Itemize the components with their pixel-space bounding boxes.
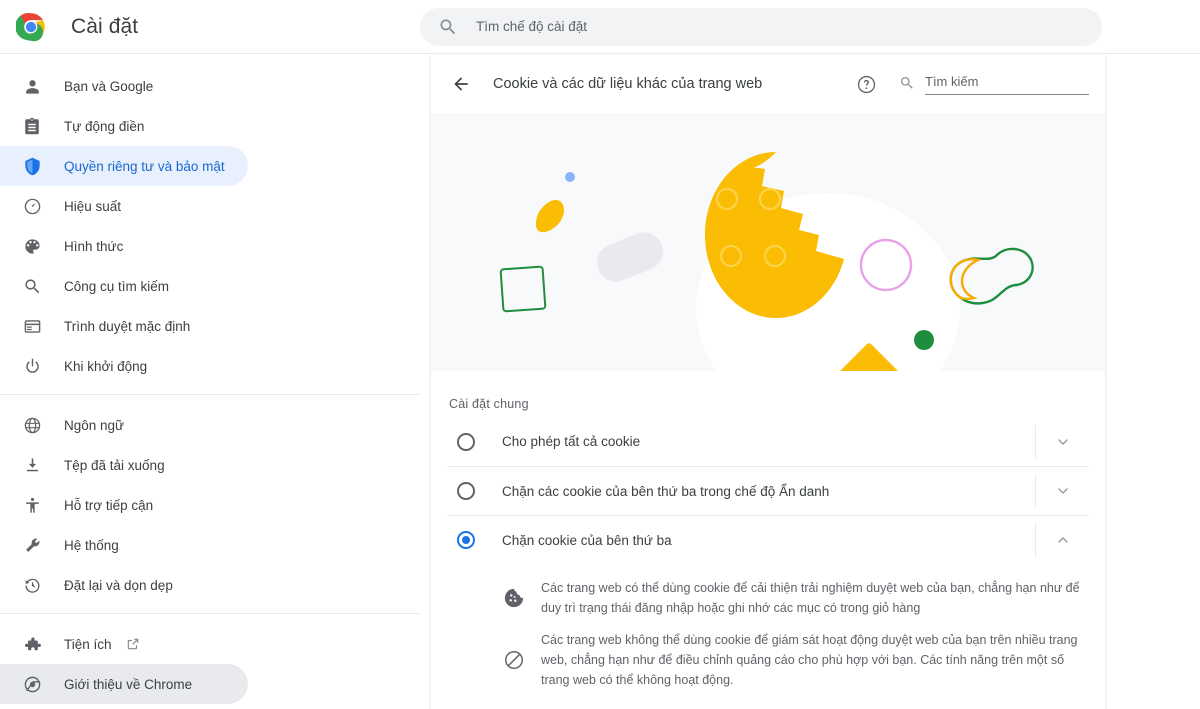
sidebar-item-label: Tự động điền xyxy=(64,118,145,134)
help-circle-icon xyxy=(857,75,875,93)
chevron-down-icon xyxy=(1057,438,1068,445)
person-icon xyxy=(22,76,42,96)
radio-allow-all-cookies[interactable] xyxy=(457,432,475,451)
cookie-icon xyxy=(504,588,524,608)
sidebar-item-label: Hỗ trợ tiếp cận xyxy=(64,497,154,513)
sidebar-item-default-browser[interactable]: Trình duyệt mặc định xyxy=(0,306,248,346)
speedometer-icon xyxy=(22,196,42,216)
chevron-up-icon xyxy=(1057,536,1068,543)
sidebar-item-privacy-and-security[interactable]: Quyền riêng tư và bảo mật xyxy=(0,146,248,186)
power-icon xyxy=(22,356,42,376)
sidebar-item-label: Hình thức xyxy=(64,238,124,254)
globe-icon xyxy=(22,415,42,435)
top-search-wrap xyxy=(420,7,1200,46)
sidebar-item-label: Khi khởi động xyxy=(64,358,148,374)
chrome-logo xyxy=(16,12,45,41)
palette-icon xyxy=(22,236,42,256)
puzzle-icon xyxy=(22,634,42,654)
search-icon xyxy=(901,77,913,89)
green-dot-shape xyxy=(914,330,934,350)
detail-text: Các trang web không thể dùng cookie để g… xyxy=(541,633,1078,687)
sidebar-item-label: Giới thiệu về Chrome xyxy=(64,676,193,692)
sidebar-item-autofill[interactable]: Tự động điền xyxy=(0,106,248,146)
expand-block-third-party-incognito[interactable] xyxy=(1035,474,1089,508)
block-icon xyxy=(505,651,523,669)
content-search-input[interactable] xyxy=(925,74,1089,89)
sidebar-item-label: Ngôn ngữ xyxy=(64,417,125,433)
top-bar: Cài đặt xyxy=(0,0,1200,54)
sidebar-item-label: Công cụ tìm kiếm xyxy=(64,278,170,294)
sidebar-item-label: Quyền riêng tư và bảo mật xyxy=(64,158,225,174)
help-button[interactable] xyxy=(853,71,879,97)
brand: Cài đặt xyxy=(0,12,420,42)
history-restore-icon xyxy=(22,575,42,595)
sidebar-item-label: Tiện ích xyxy=(64,636,112,652)
sidebar-item-label: Đặt lại và dọn dẹp xyxy=(64,577,173,593)
radio-block-third-party-cookies[interactable] xyxy=(457,531,475,549)
option-label: Cho phép tất cả cookie xyxy=(502,434,641,449)
collapse-block-third-party-cookies[interactable] xyxy=(1035,523,1089,557)
sidebar-item-you-and-google[interactable]: Bạn và Google xyxy=(0,66,248,106)
sidebar-item-on-startup[interactable]: Khi khởi động xyxy=(0,346,248,386)
sidebar-item-languages[interactable]: Ngôn ngữ xyxy=(0,405,248,445)
sidebar-group-footer: Tiện ích Giới thiệu về Chrome xyxy=(0,613,420,709)
wrench-icon xyxy=(22,535,42,555)
content-search[interactable] xyxy=(899,73,1089,95)
sidebar: Bạn và Google Tự động điền Quyền riêng t… xyxy=(0,54,420,709)
content-subheader: Cookie và các dữ liệu khác của trang web xyxy=(431,55,1105,113)
option-allow-all-cookies[interactable]: Cho phép tất cả cookie xyxy=(447,417,1089,466)
back-button[interactable] xyxy=(445,68,477,100)
option-details: Các trang web có thể dùng cookie để cải … xyxy=(447,564,1089,702)
sidebar-item-about-chrome[interactable]: Giới thiệu về Chrome xyxy=(0,664,248,704)
option-label: Chặn các cookie của bên thứ ba trong chế… xyxy=(502,483,830,499)
section-title: Cài đặt chung xyxy=(449,397,529,411)
arrow-left-icon xyxy=(454,77,468,91)
option-block-third-party-incognito[interactable]: Chặn các cookie của bên thứ ba trong chế… xyxy=(447,466,1089,515)
general-settings-section: Cài đặt chung Cho phép tất cả cookie Chặ… xyxy=(431,371,1105,702)
settings-search-input[interactable] xyxy=(476,19,1094,34)
radio-block-third-party-incognito[interactable] xyxy=(457,482,475,500)
sidebar-group-main: Bạn và Google Tự động điền Quyền riêng t… xyxy=(0,66,420,394)
settings-window: Cài đặt Bạn và Google xyxy=(0,0,1200,709)
search-icon xyxy=(440,19,456,34)
option-block-third-party-cookies[interactable]: Chặn cookie của bên thứ ba xyxy=(447,515,1089,564)
sidebar-item-reset-and-cleanup[interactable]: Đặt lại và dọn dẹp xyxy=(0,565,248,605)
cookie-illustration xyxy=(431,113,1105,371)
sidebar-item-downloads[interactable]: Tệp đã tải xuống xyxy=(0,445,248,485)
shield-icon xyxy=(22,156,42,176)
clipboard-icon xyxy=(22,116,42,136)
content-card: Cookie và các dữ liệu khác của trang web xyxy=(430,55,1106,709)
external-link-icon xyxy=(127,638,138,650)
sidebar-item-label: Hệ thống xyxy=(64,537,119,553)
detail-row-cookie: Các trang web có thể dùng cookie để cải … xyxy=(447,578,1089,630)
sidebar-item-system[interactable]: Hệ thống xyxy=(0,525,248,565)
sidebar-item-appearance[interactable]: Hình thức xyxy=(0,226,248,266)
sidebar-item-label: Trình duyệt mặc định xyxy=(64,318,191,334)
detail-row-block: Các trang web không thể dùng cookie để g… xyxy=(447,630,1089,702)
option-label: Chặn cookie của bên thứ ba xyxy=(502,532,672,548)
sidebar-group-advanced: Ngôn ngữ Tệp đã tải xuống Hỗ trợ tiếp cậ… xyxy=(0,394,420,613)
sidebar-item-label: Hiệu suất xyxy=(64,198,122,214)
sidebar-item-label: Tệp đã tải xuống xyxy=(64,457,165,473)
sidebar-item-accessibility[interactable]: Hỗ trợ tiếp cận xyxy=(0,485,248,525)
content-title: Cookie và các dữ liệu khác của trang web xyxy=(493,76,763,92)
sidebar-item-extensions[interactable]: Tiện ích xyxy=(0,624,248,664)
sidebar-item-search-engine[interactable]: Công cụ tìm kiếm xyxy=(0,266,248,306)
accessibility-icon xyxy=(22,495,42,515)
settings-search-box[interactable] xyxy=(420,7,1102,46)
chrome-icon xyxy=(22,674,42,694)
expand-allow-all-cookies[interactable] xyxy=(1035,424,1089,459)
browser-window-icon xyxy=(22,316,42,336)
search-icon xyxy=(22,276,42,296)
sidebar-item-label: Bạn và Google xyxy=(64,78,154,94)
blue-dot-shape xyxy=(565,172,575,182)
detail-text: Các trang web có thể dùng cookie để cải … xyxy=(541,581,1080,615)
chevron-down-icon xyxy=(1057,488,1068,495)
page-title: Cài đặt xyxy=(71,14,139,38)
download-icon xyxy=(22,455,42,475)
sidebar-item-performance[interactable]: Hiệu suất xyxy=(0,186,248,226)
